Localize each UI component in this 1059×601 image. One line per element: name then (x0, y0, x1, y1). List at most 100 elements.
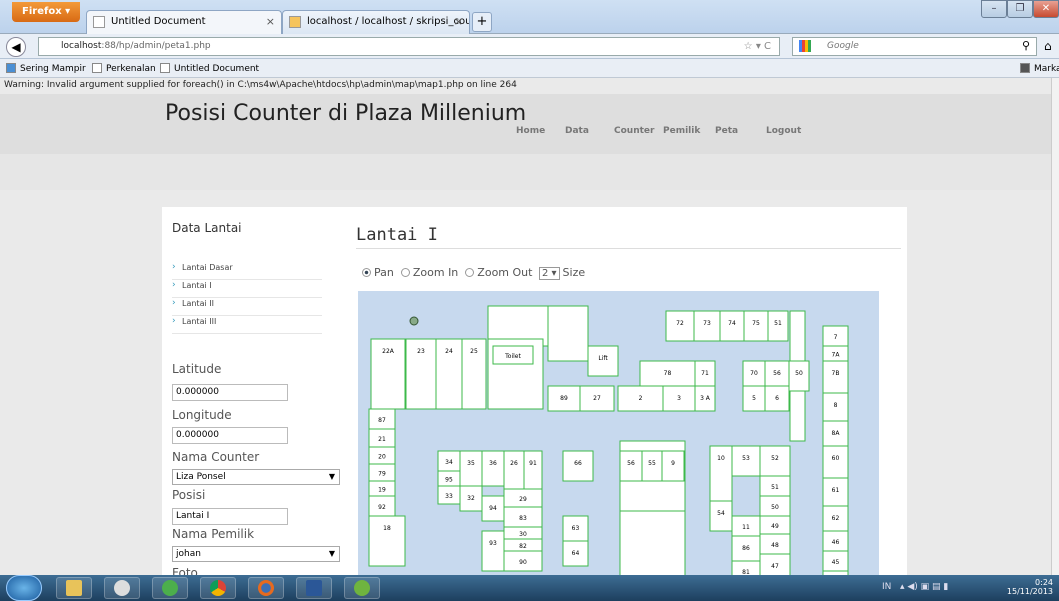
nav-pemilik[interactable]: Pemilik (663, 126, 700, 136)
clock-date: 15/11/2013 (1006, 587, 1053, 596)
nav-counter[interactable]: Counter (614, 126, 654, 136)
counter-select[interactable]: Liza Ponsel ▼ (172, 469, 340, 485)
shop-unit (368, 515, 406, 567)
reload-icon[interactable]: ☆ ▾ C (744, 41, 771, 52)
pemilik-select[interactable]: johan ▼ (172, 546, 340, 562)
close-tab-icon[interactable]: × (454, 15, 463, 28)
nav-peta[interactable]: Peta (715, 126, 738, 136)
shop-label: 45 (832, 559, 840, 566)
search-input[interactable]: Google (792, 37, 1037, 56)
shop-label: 71 (701, 370, 709, 377)
pma-icon (289, 16, 301, 28)
shop-unit (523, 450, 543, 490)
shop-label: 35 (467, 460, 475, 467)
close-window-button[interactable]: ✕ (1033, 0, 1059, 18)
shop-label: 95 (445, 477, 453, 484)
shop-label: 3 A (700, 395, 711, 402)
shop-label: 62 (832, 515, 840, 522)
shop-label: 24 (445, 348, 453, 355)
tab-untitled-document[interactable]: Untitled Document × (86, 10, 282, 34)
word-taskbar-icon[interactable] (296, 577, 332, 599)
longitude-input[interactable]: 0.000000 (172, 427, 288, 444)
shop-label: 87 (378, 417, 386, 424)
firefox-taskbar-icon[interactable] (248, 577, 284, 599)
shop-label: 53 (742, 455, 750, 462)
shop-label: 27 (593, 395, 601, 402)
shop-label: 74 (728, 320, 736, 327)
shop-label: 50 (771, 504, 779, 511)
explorer-taskbar-icon[interactable] (56, 577, 92, 599)
shop-label: 20 (378, 454, 386, 461)
page-scrollbar[interactable] (1051, 78, 1059, 575)
close-tab-icon[interactable]: × (266, 15, 275, 28)
bookmark-marka[interactable]: Marka (1020, 63, 1059, 74)
shop-label: 61 (832, 487, 840, 494)
shop-label: 21 (378, 436, 386, 443)
firefox-menu-button[interactable]: Firefox ▾ (12, 2, 80, 22)
sidebar-item-lantai-ii[interactable]: › Lantai II (172, 298, 322, 316)
shop-label: 19 (378, 487, 386, 494)
zoom-out-radio[interactable] (465, 268, 475, 277)
sidebar-item-lantai-i[interactable]: › Lantai I (172, 280, 322, 298)
floor-label: Lantai III (182, 317, 217, 326)
nav-data[interactable]: Data (565, 126, 589, 136)
zoom-in-label: Zoom In (412, 266, 459, 279)
zoom-in-radio[interactable] (400, 268, 410, 277)
floor-plan-svg[interactable]: 22A232425268927ToiletLift727374755177A78… (358, 291, 879, 575)
floor-map[interactable]: 22A232425268927ToiletLift727374755177A78… (358, 291, 879, 575)
app-taskbar-icon[interactable] (104, 577, 140, 599)
back-button[interactable]: ◀ (6, 37, 26, 57)
nav-home[interactable]: Home (516, 126, 545, 136)
language-indicator: IN (882, 582, 892, 592)
chevron-right-icon: › (172, 280, 176, 290)
page-icon (93, 16, 105, 28)
floor-label: Lantai II (182, 299, 214, 308)
tray-icons[interactable]: IN ▴ ◀) ▣ ▤ ▮ (882, 582, 948, 592)
new-tab-button[interactable]: + (472, 12, 492, 32)
latitude-input[interactable]: 0.000000 (172, 384, 288, 401)
shop-label: 9 (671, 460, 675, 467)
shop-label: 3 (677, 395, 681, 402)
ie-taskbar-icon[interactable] (152, 577, 188, 599)
shop-unit (459, 450, 483, 487)
latitude-label: Latitude (172, 362, 222, 376)
shop-label: 94 (489, 505, 497, 512)
shop-label: 47 (771, 563, 779, 570)
nav-logout[interactable]: Logout (766, 126, 801, 136)
app-green-taskbar-icon[interactable] (344, 577, 380, 599)
posisi-input[interactable]: Lantai I (172, 508, 288, 525)
shop-label: 29 (519, 496, 527, 503)
sidebar-item-lantai-iii[interactable]: › Lantai III (172, 316, 322, 334)
maximize-button[interactable]: ❐ (1007, 0, 1033, 18)
shop-label: 50 (795, 370, 803, 377)
shop-label: 56 (627, 460, 635, 467)
pan-label: Pan (374, 266, 394, 279)
bookmark-sering-mampir[interactable]: Sering Mampir (6, 63, 86, 74)
shop-label: 73 (703, 320, 711, 327)
shop-label: 7A (832, 352, 841, 359)
browser-tab-bar: Firefox ▾ Untitled Document × localhost … (0, 0, 1059, 34)
chrome-taskbar-icon[interactable] (200, 577, 236, 599)
minimize-button[interactable]: – (981, 0, 1007, 18)
shop-label: 18 (383, 525, 391, 532)
url-bar[interactable]: localhost:88/hp/admin/peta1.php ☆ ▾ C (38, 37, 780, 56)
bookmark-untitled-document[interactable]: Untitled Document (160, 63, 259, 74)
size-select[interactable]: 2 ▾ (538, 267, 560, 280)
shop-label: 91 (529, 460, 537, 467)
bookmark-icon (1020, 63, 1030, 73)
shop-label: 93 (489, 540, 497, 547)
shop-label: 10 (717, 455, 725, 462)
windows-start-button[interactable] (6, 575, 42, 601)
sidebar-title: Data Lantai (172, 221, 242, 235)
search-icon[interactable]: ⚲ (1022, 39, 1030, 52)
system-clock[interactable]: 0:24 15/11/2013 (1007, 578, 1053, 596)
sidebar-item-lantai-dasar[interactable]: › Lantai Dasar (172, 262, 322, 280)
tab-phpmyadmin[interactable]: localhost / localhost / skripsi_counter.… (282, 10, 470, 34)
shop-label: 64 (572, 550, 580, 557)
pan-radio[interactable] (362, 268, 371, 277)
shop-unit (481, 450, 505, 487)
home-icon[interactable]: ⌂ (1044, 39, 1052, 53)
shop-unit (481, 530, 505, 572)
floor-label: Lantai I (182, 281, 212, 290)
bookmark-perkenalan[interactable]: Perkenalan (92, 63, 156, 74)
